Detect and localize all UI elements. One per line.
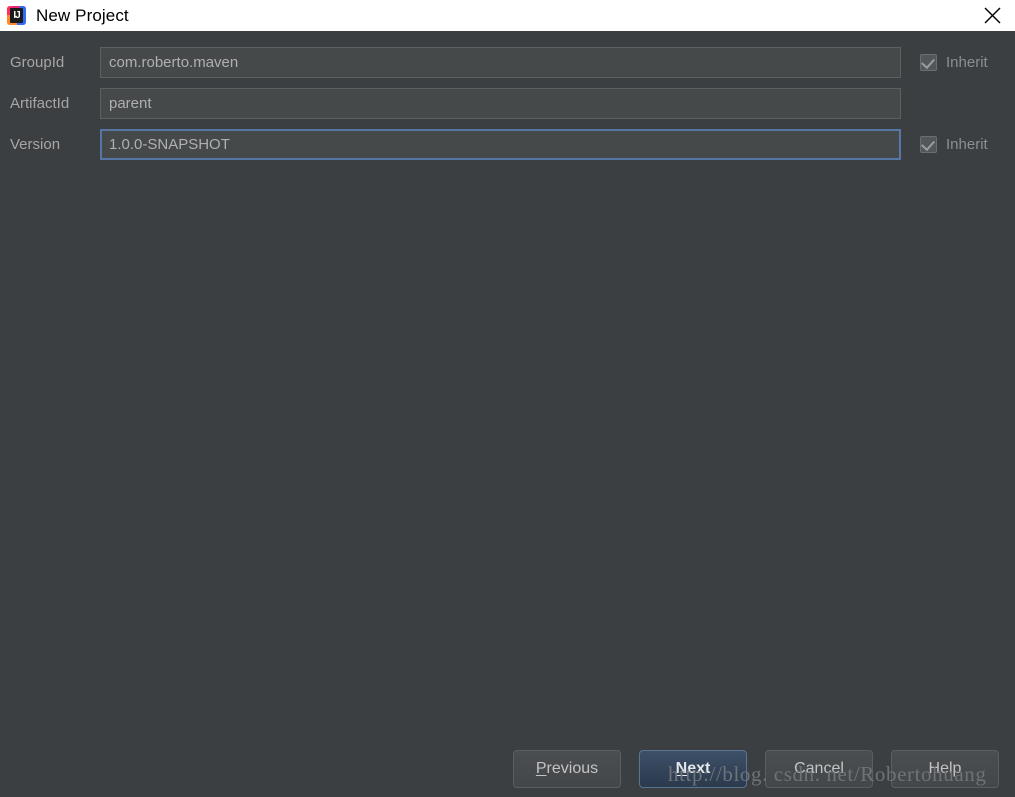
new-project-dialog: IJ New Project GroupId Inherit A [0, 0, 1015, 797]
groupid-input[interactable] [100, 47, 901, 78]
close-icon[interactable] [969, 0, 1015, 31]
maven-coordinates-form: GroupId Inherit ArtifactId Version Inher… [0, 46, 1015, 169]
previous-button-mnemonic: P [535, 760, 547, 777]
next-button[interactable]: Next [639, 750, 747, 788]
checkbox-checked-icon[interactable] [920, 54, 937, 71]
previous-button[interactable]: Previous [513, 750, 621, 788]
version-inherit-checkbox[interactable]: Inherit [920, 136, 988, 153]
dialog-button-bar: Previous Next Cancel Help [0, 750, 1015, 788]
version-inherit-label: Inherit [946, 136, 988, 153]
next-button-label: ext [687, 760, 711, 777]
form-row-version: Version Inherit [0, 128, 1015, 161]
cancel-button[interactable]: Cancel [765, 750, 873, 788]
artifactid-label: ArtifactId [10, 95, 70, 112]
next-button-mnemonic: N [675, 760, 688, 777]
groupid-inherit-label: Inherit [946, 54, 988, 71]
artifactid-input[interactable] [100, 88, 901, 119]
groupid-inherit-checkbox[interactable]: Inherit [920, 54, 988, 71]
window-title: New Project [36, 5, 129, 25]
title-bar: IJ New Project [0, 0, 1015, 31]
form-row-artifactid: ArtifactId [0, 87, 1015, 120]
dialog-body: GroupId Inherit ArtifactId Version Inher… [0, 31, 1015, 797]
previous-button-label: revious [546, 760, 599, 777]
version-label: Version [10, 136, 61, 153]
help-button[interactable]: Help [891, 750, 999, 788]
checkbox-checked-icon[interactable] [920, 136, 937, 153]
intellij-idea-logo-icon: IJ [7, 6, 26, 25]
form-row-groupid: GroupId Inherit [0, 46, 1015, 79]
version-input[interactable] [100, 129, 901, 160]
groupid-label: GroupId [10, 54, 65, 71]
